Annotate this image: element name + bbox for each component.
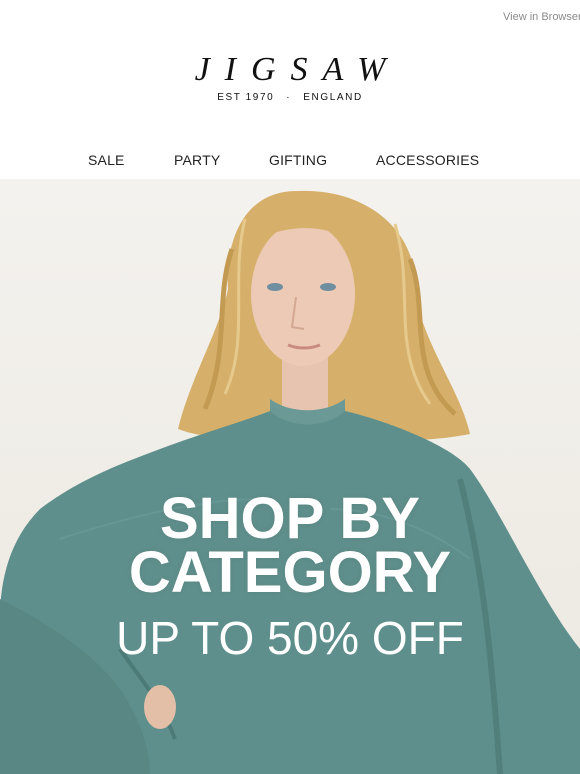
hero-banner[interactable]: SHOP BY CATEGORY UP TO 50% OFF <box>0 179 580 774</box>
logo-est: EST 1970 <box>217 92 275 103</box>
hero-headline: SHOP BY CATEGORY <box>0 486 580 605</box>
top-bar: View in Browser <box>0 0 580 36</box>
view-in-browser-link[interactable]: View in Browser <box>503 11 580 23</box>
nav-item-gifting[interactable]: GIFTING <box>269 152 327 168</box>
nav-item-sale[interactable]: SALE <box>88 152 125 168</box>
logo-country: ENGLAND <box>303 92 363 103</box>
logo-separator: · <box>286 92 292 103</box>
hero-headline-line1: SHOP BY <box>159 486 420 551</box>
logo-wordmark: JIGSAW <box>194 51 401 88</box>
brand-logo[interactable]: JIGSAW EST 1970 · ENGLAND <box>0 51 580 104</box>
hero-model-image <box>0 190 580 774</box>
main-nav: SALE PARTY GIFTING ACCESSORIES <box>0 152 580 170</box>
hero-subheadline: UP TO 50% OFF <box>116 612 464 664</box>
hero-headline-line2: CATEGORY <box>128 540 452 605</box>
logo-tagline: EST 1970 · ENGLAND <box>0 92 580 103</box>
nav-item-party[interactable]: PARTY <box>174 152 220 168</box>
nav-item-accessories[interactable]: ACCESSORIES <box>376 152 479 168</box>
